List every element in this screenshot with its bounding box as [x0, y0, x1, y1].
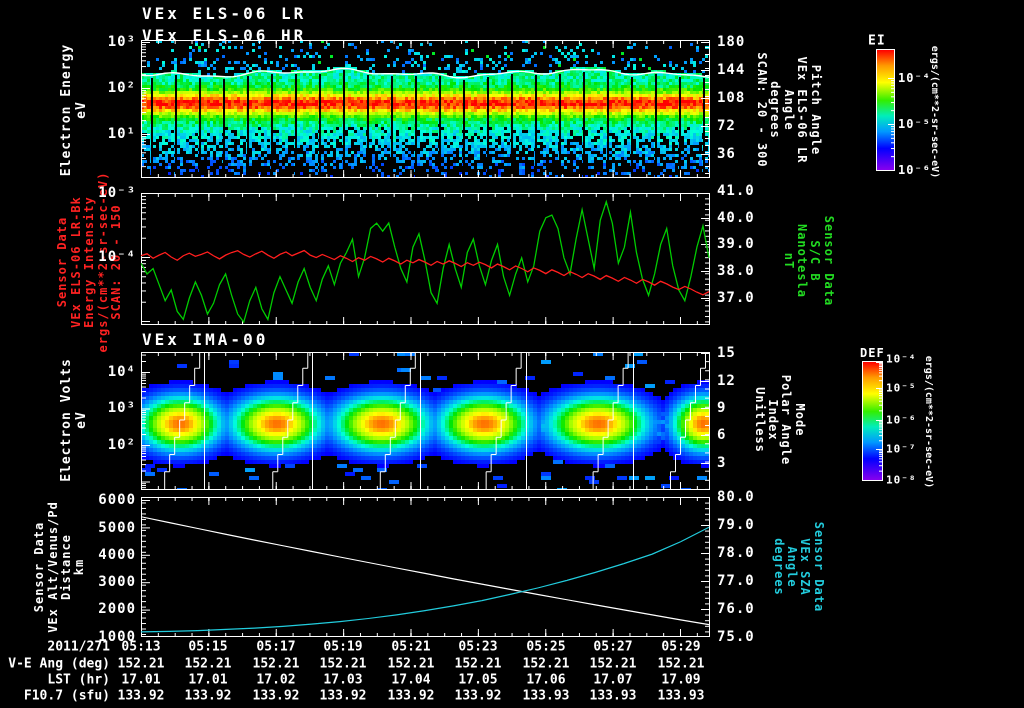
footer-value: 17.02: [256, 672, 296, 688]
ei-colorbar-unit-label: ergs/(cm**2-sr-sec-eV): [928, 45, 940, 179]
els-energy-tick: 10³: [107, 34, 136, 50]
footer-value: 152.21: [252, 656, 300, 672]
altitude-km-tick: 6000: [98, 492, 136, 508]
vex-multipanel-plot: VEx ELS-06 LR VEx ELS-06 HR VEx IMA-00 E…: [0, 0, 1024, 708]
altitude-km-tick: 2000: [98, 601, 136, 617]
footer-value: 17.04: [391, 672, 431, 688]
footer-value: 133.92: [454, 688, 502, 704]
els-pitch-angle-tick: 72: [717, 118, 736, 134]
ima-polar-index-tick: 6: [717, 427, 727, 443]
footer-value: 133.93: [589, 688, 637, 704]
bk-right-axis-label: Sensor Data S/C B Nanotesla nT: [781, 215, 836, 307]
time-label: 05:15: [188, 639, 228, 655]
bk-intensity-tick: 10⁻³: [98, 185, 136, 201]
bfield-nt-tick: 37.0: [717, 290, 755, 306]
bfield-nt-tick: 40.0: [717, 210, 755, 226]
bk-bfield-line-panel: [141, 193, 710, 325]
time-label: 05:17: [256, 639, 296, 655]
els-pitch-angle-tick: 180: [717, 34, 746, 50]
time-label: 05:29: [661, 639, 701, 655]
ei-colorbar-tick: 10⁻⁴: [898, 71, 931, 85]
footer-value: 133.92: [387, 688, 435, 704]
ima-polar-index-tick: 15: [717, 345, 736, 361]
footer-value: 133.92: [117, 688, 165, 704]
footer-row-label: V-E Ang (deg): [8, 656, 110, 672]
footer-value: 17.09: [661, 672, 701, 688]
time-label: 05:27: [593, 639, 633, 655]
time-label: 05:13: [121, 639, 161, 655]
def-colorbar-tick: 10⁻⁷: [886, 442, 917, 456]
footer-value: 17.01: [188, 672, 228, 688]
footer-value: 152.21: [454, 656, 502, 672]
footer-row-label: LST (hr): [47, 672, 110, 688]
els-pitch-angle-tick: 108: [717, 90, 746, 106]
altitude-km-tick: 3000: [98, 574, 136, 590]
footer-value: 17.07: [593, 672, 633, 688]
footer-value: 133.93: [522, 688, 570, 704]
ei-colorbar-title: EI: [868, 33, 886, 49]
footer-value: 152.21: [117, 656, 165, 672]
footer-value: 17.05: [458, 672, 498, 688]
def-colorbar-title: DEF: [860, 346, 885, 360]
def-colorbar-tick: 10⁻⁸: [886, 473, 917, 487]
footer-value: 152.21: [387, 656, 435, 672]
els-energy-tick: 10²: [107, 80, 136, 96]
footer-value: 133.93: [657, 688, 705, 704]
ima-spectrogram-panel: [141, 352, 710, 490]
ima-polar-index-tick: 9: [717, 400, 727, 416]
ima-ev-tick: 10²: [107, 437, 136, 453]
time-label: 05:23: [458, 639, 498, 655]
ei-colorbar: [876, 49, 895, 171]
bfield-nt-tick: 41.0: [717, 183, 755, 199]
plot-title-els-lr: VEx ELS-06 LR: [142, 4, 307, 23]
altitude-km-tick: 4000: [98, 547, 136, 563]
time-label: 05:19: [323, 639, 363, 655]
sza-deg-tick: 76.0: [717, 601, 755, 617]
footer-date: 2011/271: [47, 639, 110, 655]
footer-value: 152.21: [319, 656, 367, 672]
footer-value: 133.92: [319, 688, 367, 704]
footer-value: 152.21: [657, 656, 705, 672]
sza-deg-tick: 78.0: [717, 545, 755, 561]
ima-ev-tick: 10³: [107, 400, 136, 416]
footer-value: 17.01: [121, 672, 161, 688]
els-pitch-angle-tick: 36: [717, 146, 736, 162]
footer-value: 152.21: [184, 656, 232, 672]
alt-right-axis-label: Sensor Data VEx SZA Angle degrees: [771, 521, 826, 613]
ima-polar-index-tick: 12: [717, 373, 736, 389]
ei-colorbar-tick: 10⁻⁵: [898, 117, 931, 131]
sza-deg-tick: 80.0: [717, 489, 755, 505]
altitude-km-tick: 5000: [98, 520, 136, 536]
altitude-sza-line-panel: [141, 497, 710, 637]
sza-deg-tick: 75.0: [717, 629, 755, 645]
bfield-nt-tick: 39.0: [717, 236, 755, 252]
footer-row-label: F10.7 (sfu): [23, 688, 110, 704]
ima-polar-index-tick: 3: [717, 455, 727, 471]
sza-deg-tick: 79.0: [717, 517, 755, 533]
bk-intensity-tick: 10⁻⁴: [98, 249, 136, 265]
ima-ev-tick: 10⁴: [107, 364, 136, 380]
els-spectrogram-panel: [141, 40, 710, 178]
footer-value: 152.21: [589, 656, 637, 672]
plot-title-ima: VEx IMA-00: [142, 330, 269, 349]
ei-colorbar-tick: 10⁻⁶: [898, 163, 931, 177]
bfield-nt-tick: 38.0: [717, 263, 755, 279]
footer-value: 17.03: [323, 672, 363, 688]
els-pitch-angle-tick: 144: [717, 62, 746, 78]
time-label: 05:21: [391, 639, 431, 655]
footer-value: 152.21: [522, 656, 570, 672]
els-energy-tick: 10¹: [107, 126, 136, 142]
def-colorbar-tick: 10⁻⁵: [886, 381, 917, 395]
def-colorbar-tick: 10⁻⁴: [886, 352, 917, 366]
time-label: 05:25: [526, 639, 566, 655]
footer-value: 133.92: [252, 688, 300, 704]
def-colorbar: [862, 361, 883, 481]
els-left-axis-label: Electron Energy eV: [59, 43, 89, 177]
def-colorbar-tick: 10⁻⁶: [886, 413, 917, 427]
footer-value: 133.92: [184, 688, 232, 704]
sza-deg-tick: 77.0: [717, 573, 755, 589]
footer-value: 17.06: [526, 672, 566, 688]
